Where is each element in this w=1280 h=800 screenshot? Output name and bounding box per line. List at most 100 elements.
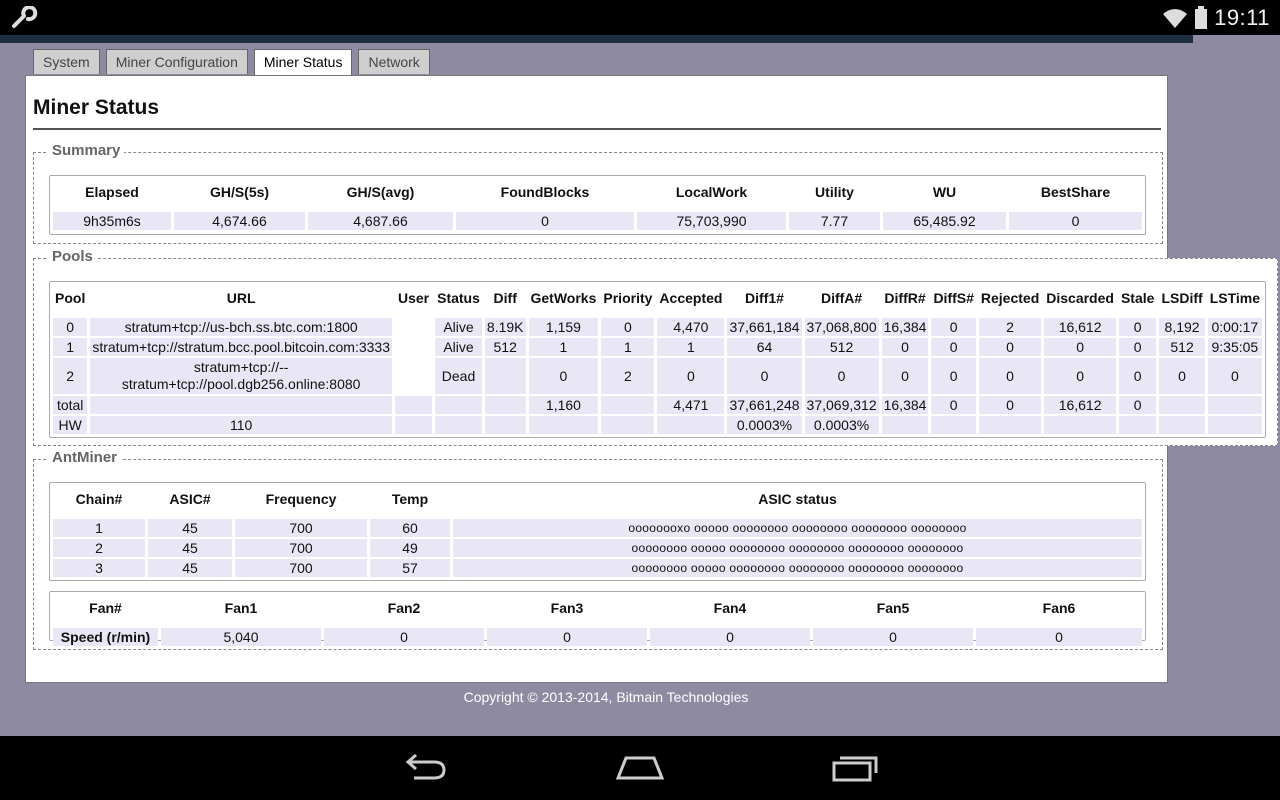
table-cell — [1159, 396, 1205, 414]
table-cell: 0 — [487, 628, 647, 646]
table-cell — [978, 416, 1042, 434]
table-cell — [1044, 416, 1116, 434]
table-cell: 0 — [456, 212, 634, 230]
table-cell: 0 — [978, 396, 1042, 414]
col-header: Stale — [1120, 290, 1155, 306]
table-cell — [484, 396, 526, 414]
table-cell: 1 — [528, 338, 599, 356]
table-cell: 45 — [148, 519, 232, 537]
table-cell: 37,068,800 — [804, 318, 879, 336]
summary-table: Elapsed GH/S(5s) GH/S(avg) FoundBlocks L… — [50, 176, 1145, 232]
table-cell: 16,384 — [881, 396, 929, 414]
table-cell: 37,661,184 — [727, 318, 802, 336]
col-header: Utility — [815, 184, 854, 200]
tab-network[interactable]: Network — [358, 49, 430, 74]
table-cell: total — [53, 396, 88, 414]
wifi-icon — [1163, 9, 1188, 28]
table-cell: 8.19K — [484, 318, 526, 336]
col-header: Priority — [603, 290, 653, 306]
table-cell — [395, 318, 432, 336]
header-accent-bar — [0, 35, 1193, 43]
tab-miner-status[interactable]: Miner Status — [253, 49, 353, 76]
chain-table: Chain# ASIC# Frequency Temp ASIC status 1 45 7… — [50, 483, 1145, 579]
col-header: LSTime — [1209, 290, 1260, 306]
table-cell: 0 — [657, 358, 725, 394]
table-cell: 16,612 — [1044, 396, 1116, 414]
table-cell: 1 — [601, 338, 655, 356]
table-cell: 0:00:17 — [1207, 318, 1262, 336]
col-header: Discarded — [1046, 290, 1114, 306]
table-cell: 0 — [1009, 212, 1142, 230]
col-header: Fan1 — [224, 600, 258, 616]
clock: 19:11 — [1214, 5, 1270, 30]
col-header: URL — [226, 290, 256, 306]
table-cell: 0 — [881, 358, 929, 394]
col-header: User — [397, 290, 430, 306]
battery-icon — [1195, 6, 1208, 29]
table-cell: 1,160 — [528, 396, 599, 414]
col-header: WU — [932, 184, 957, 200]
table-cell: 0 — [1118, 338, 1157, 356]
table-cell: 5,040 — [161, 628, 321, 646]
table-cell: 57 — [370, 559, 450, 577]
table-cell: 4,687.66 — [308, 212, 453, 230]
table-cell — [881, 416, 929, 434]
col-header: BestShare — [1040, 184, 1111, 200]
table-cell: 0 — [978, 358, 1042, 394]
table-cell — [657, 416, 725, 434]
col-header: Fan6 — [1042, 600, 1076, 616]
fan-header-row: Fan# Fan1 Fan2 Fan3 Fan4 Fan5 Fan6 — [53, 594, 1142, 626]
col-header: Fan5 — [876, 600, 910, 616]
table-cell: 0 — [601, 318, 655, 336]
table-cell: 0 — [931, 358, 976, 394]
col-header: Diff — [493, 290, 517, 306]
summary-title: Summary — [48, 142, 125, 159]
col-header: GetWorks — [530, 290, 597, 306]
table-cell: 1 — [53, 338, 88, 356]
android-status-bar: 19:11 — [0, 0, 1280, 35]
back-button[interactable] — [394, 748, 454, 788]
tab-miner-configuration[interactable]: Miner Configuration — [105, 49, 248, 74]
recents-button[interactable] — [826, 748, 886, 788]
table-row: 3 45 700 57 oooooooo ooooo oooooooo oooooooo… — [53, 559, 1142, 577]
table-cell: 700 — [235, 559, 367, 577]
table-cell: 700 — [235, 519, 367, 537]
recents-icon — [832, 756, 878, 782]
table-row: total 1,160 4,471 37,661,248 37,069,312 16,38… — [53, 396, 1262, 414]
table-cell: 1 — [657, 338, 725, 356]
table-cell — [484, 416, 526, 434]
table-cell: 49 — [370, 539, 450, 557]
table-cell: 512 — [1159, 338, 1205, 356]
status-bar-right: 19:11 — [1162, 4, 1270, 32]
table-cell: 0 — [324, 628, 484, 646]
copyright-text: Copyright © 2013-2014, Bitmain Technolog… — [463, 689, 749, 705]
table-cell — [90, 396, 392, 414]
antminer-section: AntMiner Chain# ASIC# Frequency Temp ASIC st… — [33, 449, 1163, 650]
col-header: GH/S(5s) — [209, 184, 270, 200]
col-header: Temp — [391, 491, 429, 507]
table-row: 2 stratum+tcp://-- stratum+tcp://pool.dgb… — [53, 358, 1262, 394]
table-cell: 64 — [727, 338, 802, 356]
row-label: Speed (r/min) — [53, 628, 158, 646]
table-cell: 0 — [813, 628, 973, 646]
table-cell: 0 — [1118, 358, 1157, 394]
chain-header-row: Chain# ASIC# Frequency Temp ASIC status — [53, 485, 1142, 517]
tab-system[interactable]: System — [33, 49, 100, 74]
table-row: 1 stratum+tcp://stratum.bcc.pool.bitcoin.… — [53, 338, 1262, 356]
pools-title: Pools — [48, 248, 97, 265]
table-cell: 2 — [978, 318, 1042, 336]
col-header: Fan3 — [550, 600, 584, 616]
table-cell: 37,661,248 — [727, 396, 802, 414]
table-cell: 0 — [931, 396, 976, 414]
table-cell: 0 — [931, 318, 976, 336]
home-button[interactable] — [610, 748, 670, 788]
main-panel: Miner Status Summary Elapsed GH/S(5s) GH… — [25, 75, 1278, 683]
col-header: Fan# — [89, 600, 122, 616]
table-cell: Alive — [435, 318, 482, 336]
table-cell: 0 — [931, 338, 976, 356]
asic-status-cell: oooooooo ooooo oooooooo oooooooo ooooooo… — [453, 559, 1142, 577]
col-header: Accepted — [659, 290, 723, 306]
table-cell — [394, 396, 433, 414]
table-cell: 0 — [1207, 358, 1262, 394]
pools-table-box: Pool URL User Status Diff GetWorks Priority Acc… — [49, 281, 1266, 438]
